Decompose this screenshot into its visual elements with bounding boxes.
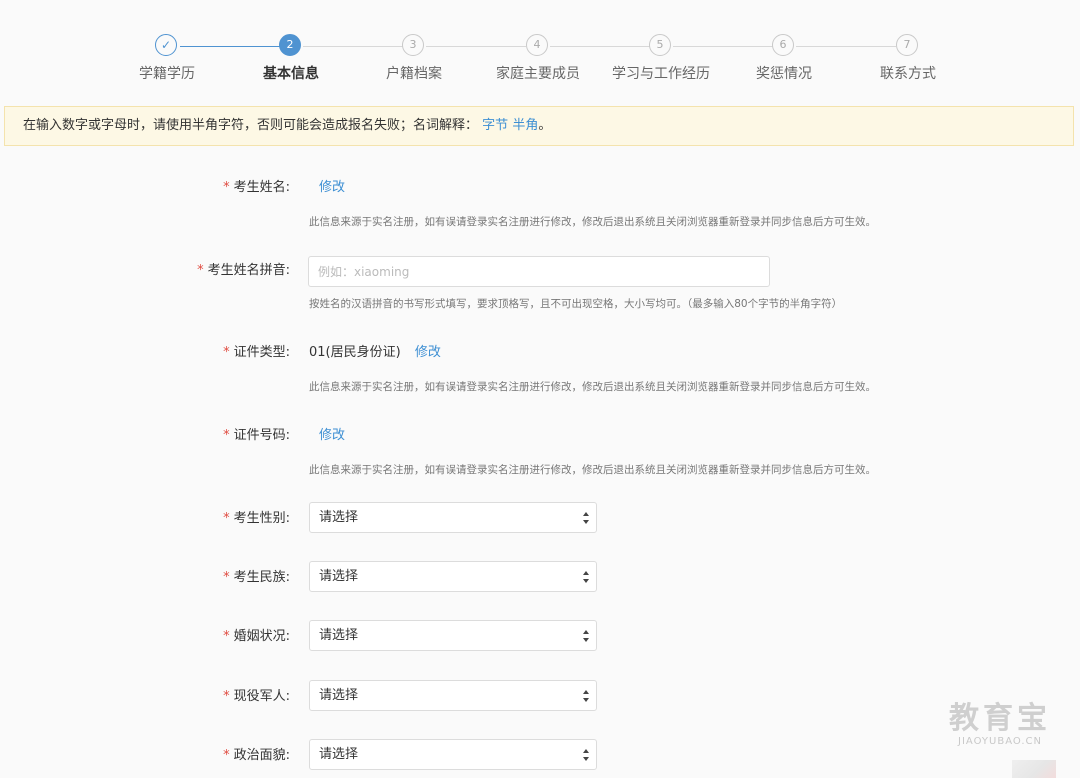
id-type-value: 01(居民身份证) 修改 <box>309 344 441 362</box>
step-connector-3 <box>426 46 526 47</box>
id-number-helper-text: 此信息来源于实名注册，如有误请登录实名注册进行修改，修改后退出系统且关闭浏览器重… <box>309 464 876 476</box>
political-select-value: 请选择 <box>319 747 359 762</box>
step-number: 5 <box>649 34 671 56</box>
watermark-main: 教育宝 <box>949 701 1051 736</box>
half-width-definition-link[interactable]: 半角 <box>512 118 538 133</box>
name-helper-text: 此信息来源于实名注册，如有误请登录实名注册进行修改，修改后退出系统且关闭浏览器重… <box>309 216 876 228</box>
required-mark: * <box>223 629 230 644</box>
byte-definition-link[interactable]: 字节 <box>482 118 508 133</box>
ethnicity-select-value: 请选择 <box>319 569 359 584</box>
select-arrows-icon <box>583 690 590 702</box>
watermark-logo: 教育宝 JIAOYUBAO.CN <box>930 702 1070 748</box>
required-mark: * <box>223 180 230 195</box>
name-value: 修改 <box>319 179 345 197</box>
step-label: 联系方式 <box>880 66 936 82</box>
step-number: 3 <box>402 34 424 56</box>
id-type-helper-text: 此信息来源于实名注册，如有误请登录实名注册进行修改，修改后退出系统且关闭浏览器重… <box>309 381 876 393</box>
step-connector-1 <box>180 46 280 47</box>
name-label: * 考生姓名: <box>223 180 290 195</box>
watermark-sub: JIAOYUBAO.CN <box>958 736 1042 747</box>
required-mark: * <box>223 345 230 360</box>
gender-label: * 考生性别: <box>223 511 290 526</box>
check-icon: ✓ <box>155 34 177 56</box>
step-label: 学籍学历 <box>139 66 195 82</box>
step-connector-6 <box>796 46 896 47</box>
ethnicity-select[interactable]: 请选择 <box>309 561 597 592</box>
required-mark: * <box>223 428 230 443</box>
pinyin-label: * 考生姓名拼音: <box>197 263 290 278</box>
edit-id-number-link[interactable]: 修改 <box>319 428 345 443</box>
marital-label: * 婚姻状况: <box>223 629 290 644</box>
corner-decoration <box>1012 760 1056 778</box>
required-mark: * <box>223 748 230 763</box>
step-label: 基本信息 <box>263 66 319 82</box>
pinyin-helper-text: 按姓名的汉语拼音的书写形式填写，要求顶格写，且不可出现空格，大小写均可。（最多输… <box>309 298 843 310</box>
gender-select[interactable]: 请选择 <box>309 502 597 533</box>
select-arrows-icon <box>583 571 590 583</box>
marital-select-value: 请选择 <box>319 628 359 643</box>
military-select-value: 请选择 <box>319 688 359 703</box>
marital-select[interactable]: 请选择 <box>309 620 597 651</box>
step-label: 奖惩情况 <box>756 66 812 82</box>
step-connector-4 <box>550 46 650 47</box>
step-number: 6 <box>772 34 794 56</box>
required-mark: * <box>197 263 204 278</box>
required-mark: * <box>223 511 230 526</box>
step-number: 2 <box>279 34 301 56</box>
military-select[interactable]: 请选择 <box>309 680 597 711</box>
political-select[interactable]: 请选择 <box>309 739 597 770</box>
select-arrows-icon <box>583 630 590 642</box>
notice-end: 。 <box>538 118 552 133</box>
step-connector-5 <box>673 46 773 47</box>
id-type-label: * 证件类型: <box>223 345 290 360</box>
ethnicity-label: * 考生民族: <box>223 570 290 585</box>
id-number-label: * 证件号码: <box>223 428 290 443</box>
pinyin-input[interactable] <box>308 256 770 287</box>
military-label: * 现役军人: <box>223 689 290 704</box>
step-label: 学习与工作经历 <box>612 66 710 82</box>
edit-name-link[interactable]: 修改 <box>319 180 345 195</box>
id-number-value: 修改 <box>319 427 345 445</box>
progress-stepper: ✓ 学籍学历 2 基本信息 3 户籍档案 4 家庭主要成员 5 学习与工作经历 … <box>0 0 1080 100</box>
required-mark: * <box>223 570 230 585</box>
select-arrows-icon <box>583 749 590 761</box>
edit-id-type-link[interactable]: 修改 <box>415 345 441 360</box>
political-label: * 政治面貌: <box>223 748 290 763</box>
step-connector-2 <box>303 46 403 47</box>
id-type-text: 01(居民身份证) <box>309 345 401 360</box>
half-width-notice: 在输入数字或字母时，请使用半角字符，否则可能会造成报名失败；名词解释： 字节 半… <box>4 106 1074 146</box>
step-number: 4 <box>526 34 548 56</box>
select-arrows-icon <box>583 512 590 524</box>
step-number: 7 <box>896 34 918 56</box>
notice-text: 在输入数字或字母时，请使用半角字符，否则可能会造成报名失败；名词解释： <box>23 118 479 133</box>
required-mark: * <box>223 689 230 704</box>
step-label: 家庭主要成员 <box>496 66 580 82</box>
step-label: 户籍档案 <box>386 66 442 82</box>
gender-select-value: 请选择 <box>319 510 359 525</box>
